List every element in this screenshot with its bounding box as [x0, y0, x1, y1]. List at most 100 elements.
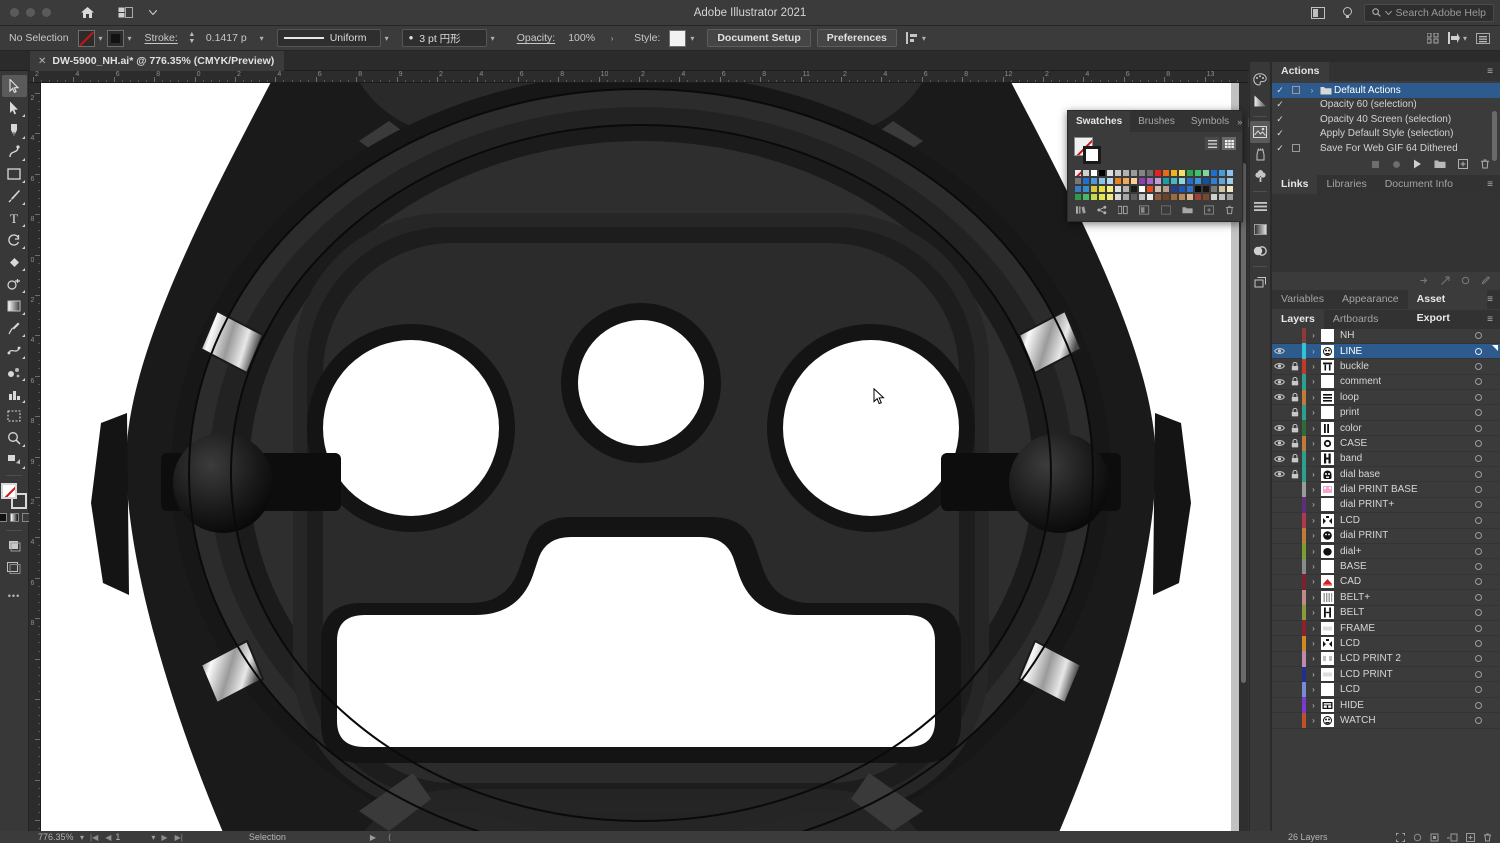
swatch-cell[interactable]: [1226, 169, 1234, 177]
panel-menu-icon[interactable]: ≡: [1487, 66, 1500, 77]
gradient-mode-icon[interactable]: [9, 513, 19, 522]
swatch-cell[interactable]: [1218, 185, 1226, 193]
swatch-cell[interactable]: [1122, 185, 1130, 193]
lock-icon[interactable]: [1287, 438, 1302, 448]
swatch-cell[interactable]: [1114, 193, 1122, 201]
expand-chevron-right-icon[interactable]: ›: [1306, 362, 1321, 371]
blend-tool[interactable]: [2, 339, 27, 361]
relink-icon[interactable]: [1420, 276, 1430, 285]
layer-row[interactable]: › NH: [1272, 328, 1500, 344]
update-link-icon[interactable]: [1461, 276, 1470, 285]
lock-icon[interactable]: [1287, 361, 1302, 371]
color-groups-icon[interactable]: [1118, 205, 1128, 215]
page-chevron-down-icon[interactable]: ▾: [151, 833, 155, 842]
change-screen-mode-icon[interactable]: [2, 557, 27, 579]
expand-chevron-right-icon[interactable]: ›: [1306, 562, 1321, 571]
stroke-profile-select[interactable]: Uniform: [276, 29, 381, 47]
layer-target-circle[interactable]: [1475, 455, 1482, 463]
swatch-cell[interactable]: [1138, 169, 1146, 177]
action-row[interactable]: ✓ › Opacity 40 Screen (selection): [1272, 112, 1500, 127]
panel-menu-icon[interactable]: ≡: [1487, 294, 1500, 305]
layer-row[interactable]: › print: [1272, 404, 1500, 421]
stroke-weight-chevron-down-icon[interactable]: ▾: [256, 34, 268, 43]
swatch-cell[interactable]: [1210, 193, 1218, 201]
swatch-cell[interactable]: [1098, 169, 1106, 177]
brushes-panel-icon[interactable]: [1250, 143, 1270, 165]
expand-chevron-right-icon[interactable]: ›: [1306, 377, 1321, 386]
delete-icon[interactable]: [1483, 833, 1492, 842]
layer-target-circle[interactable]: [1475, 609, 1482, 617]
swatch-cell[interactable]: [1090, 177, 1098, 185]
layer-target-circle[interactable]: [1475, 362, 1482, 370]
layer-row[interactable]: › CAD: [1272, 574, 1500, 591]
expand-chevron-right-icon[interactable]: ›: [1306, 577, 1321, 586]
expand-chevron-right-icon[interactable]: ›: [1306, 654, 1321, 663]
expand-chevron-right-icon[interactable]: ›: [1306, 608, 1321, 617]
visibility-eye-icon[interactable]: [1272, 393, 1287, 401]
swatch-cell[interactable]: [1130, 185, 1138, 193]
make-mask-icon[interactable]: [1430, 833, 1439, 842]
swatch-cell[interactable]: [1202, 177, 1210, 185]
swatches-panel[interactable]: Swatches Brushes Symbols » | ≡: [1067, 110, 1260, 222]
edit-swatch-icon[interactable]: [1160, 205, 1171, 215]
action-row[interactable]: ✓ › Apply Default Style (selection): [1272, 127, 1500, 142]
vertical-scrollbar-thumb[interactable]: [1241, 163, 1246, 683]
type-tool[interactable]: T: [2, 207, 27, 229]
actions-panel-header[interactable]: Actions ≡: [1272, 62, 1500, 81]
artboard[interactable]: [41, 83, 1231, 831]
expand-chevron-right-icon[interactable]: ›: [1306, 500, 1321, 509]
gradient-tool[interactable]: [2, 295, 27, 317]
page-number[interactable]: 1: [111, 832, 151, 842]
expand-chevron-right-icon[interactable]: ›: [1306, 516, 1321, 525]
layers-panel-icon[interactable]: [1250, 271, 1270, 293]
swatch-cell[interactable]: [1226, 185, 1234, 193]
opacity-more-icon[interactable]: ›: [599, 34, 625, 43]
layer-row[interactable]: › FRAME: [1272, 620, 1500, 637]
layer-target-circle[interactable]: [1475, 563, 1482, 571]
swatch-cell[interactable]: [1130, 169, 1138, 177]
tab-asset-export[interactable]: Asset Export: [1407, 289, 1488, 324]
lock-icon[interactable]: [1287, 469, 1302, 479]
swatch-cell[interactable]: [1090, 169, 1098, 177]
swatch-cell[interactable]: [1106, 193, 1114, 201]
expand-chevron-right-icon[interactable]: ›: [1306, 393, 1321, 402]
swatch-cell[interactable]: [1106, 185, 1114, 193]
swatches-panel-tabs[interactable]: Swatches Brushes Symbols » | ≡: [1068, 111, 1260, 132]
layer-row[interactable]: › CASE: [1272, 435, 1500, 452]
page-nav-forward[interactable]: ▶ ▶|: [161, 833, 182, 842]
visibility-eye-icon[interactable]: [1272, 470, 1287, 478]
layer-target-circle[interactable]: [1475, 409, 1482, 417]
swatch-cell[interactable]: [1146, 169, 1154, 177]
swatch-cell[interactable]: [1146, 185, 1154, 193]
layer-row[interactable]: › BELT: [1272, 605, 1500, 621]
layer-row[interactable]: › LCD PRINT 2: [1272, 651, 1500, 668]
swatch-cell[interactable]: [1114, 169, 1122, 177]
stroke-swatch-indicator[interactable]: [1083, 146, 1101, 164]
swatch-cell[interactable]: [1186, 185, 1194, 193]
swatch-cell[interactable]: [1122, 193, 1130, 201]
layer-row[interactable]: › dial PRINT: [1272, 528, 1500, 544]
discover-bulb-icon[interactable]: [1334, 0, 1362, 26]
swatch-cell[interactable]: [1114, 177, 1122, 185]
zoom-chevron-down-icon[interactable]: ▾: [80, 833, 84, 842]
window-controls[interactable]: [10, 8, 51, 17]
swatch-cell[interactable]: [1178, 193, 1186, 201]
release-mask-icon[interactable]: [1413, 833, 1422, 842]
action-toggle-checkbox[interactable]: ✓: [1272, 99, 1288, 110]
layer-row[interactable]: › dial base: [1272, 466, 1500, 483]
tab-artboards[interactable]: Artboards: [1324, 310, 1388, 329]
layer-row[interactable]: › comment: [1272, 374, 1500, 391]
layer-row[interactable]: › LCD: [1272, 681, 1500, 698]
fill-swatch[interactable]: [77, 29, 95, 47]
action-toggle-checkbox[interactable]: ✓: [1272, 85, 1288, 96]
layer-target-circle[interactable]: [1475, 578, 1482, 586]
swatch-cell[interactable]: [1178, 177, 1186, 185]
action-toggle-checkbox[interactable]: ✓: [1272, 128, 1288, 139]
layer-row[interactable]: › buckle: [1272, 358, 1500, 375]
graphic-style-swatch[interactable]: [669, 29, 687, 47]
stop-icon[interactable]: [1371, 160, 1380, 169]
style-chevron-down-icon[interactable]: ▾: [686, 34, 698, 43]
arrange-chevron-down-icon[interactable]: [139, 0, 167, 26]
opacity-value[interactable]: 100%: [564, 32, 599, 44]
action-toggle-checkbox[interactable]: ✓: [1272, 143, 1288, 154]
